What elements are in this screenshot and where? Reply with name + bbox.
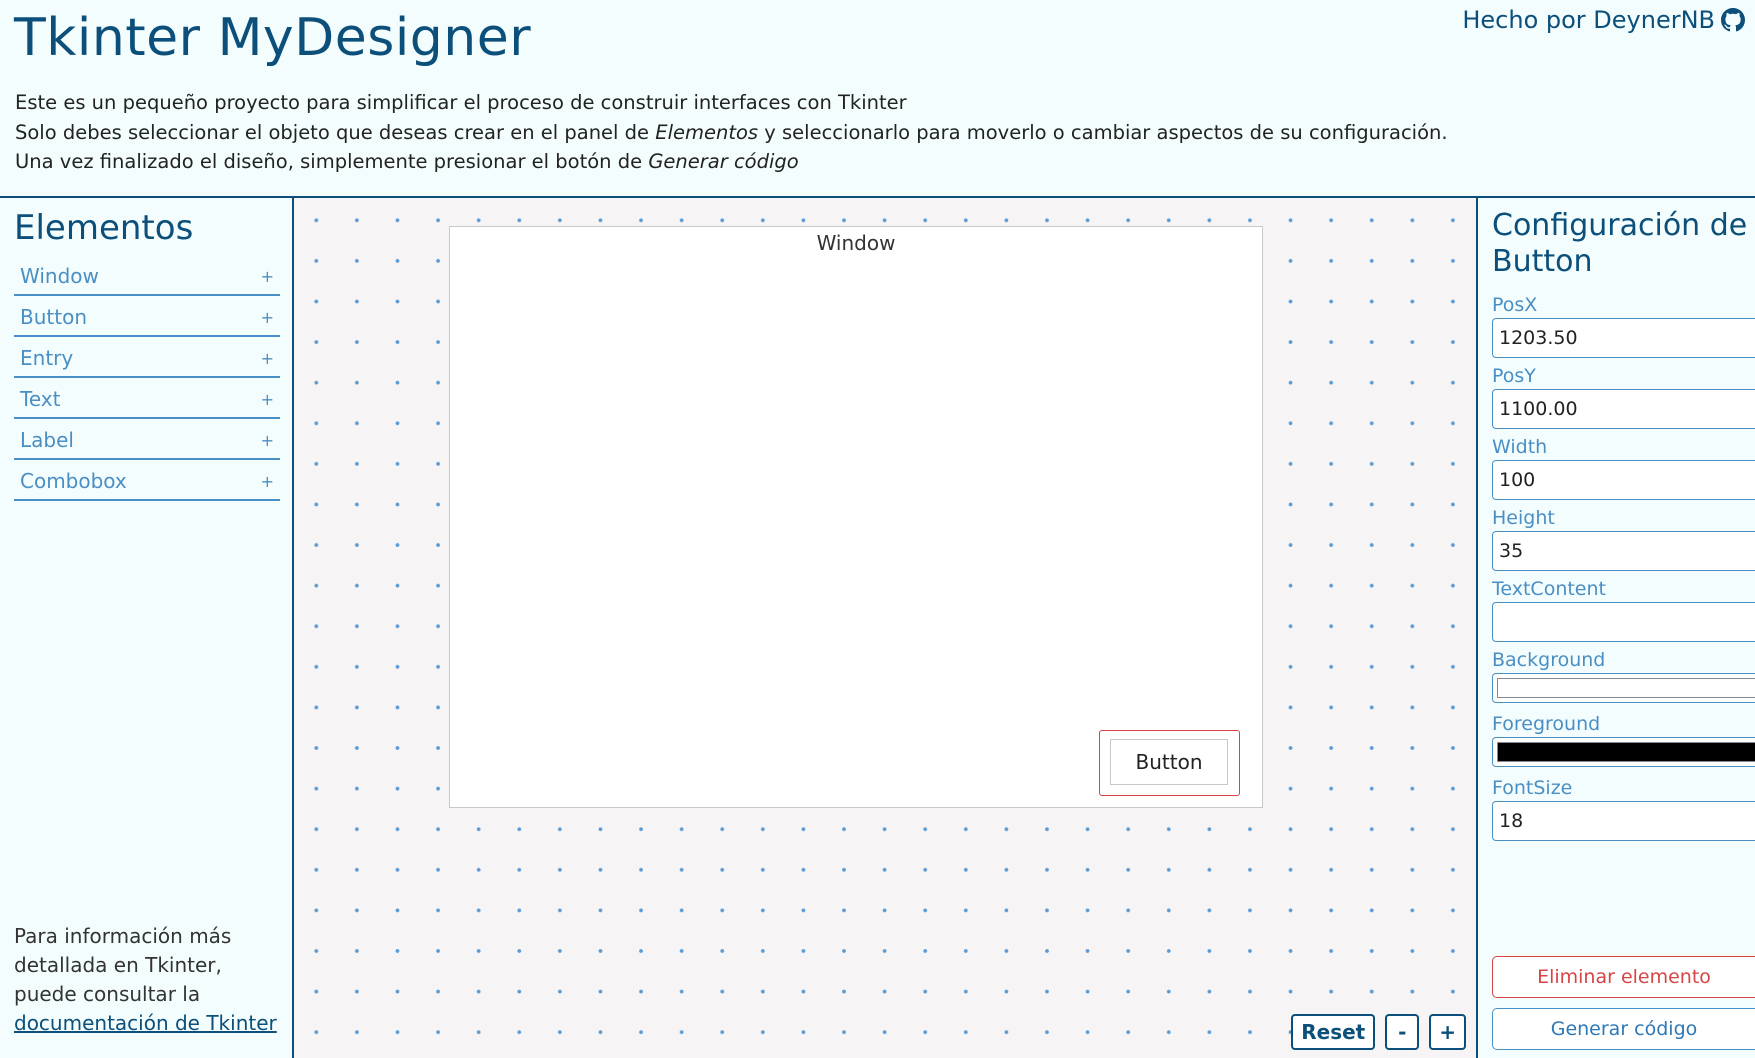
element-item-label: Window [20,264,99,288]
element-item-label: Label [20,428,74,452]
app-title: Tkinter MyDesigner [14,8,532,68]
element-item-combobox[interactable]: Combobox + [14,463,280,501]
window-preview[interactable]: Window Button [449,226,1263,808]
element-item-label: Text [20,387,61,411]
author-text[interactable]: Hecho por DeynerNB [1462,6,1715,34]
description-line-3-emphasis: Generar código [648,150,799,173]
background-swatch [1497,678,1755,698]
element-item-label[interactable]: Label + [14,422,280,460]
info-text: Para información más detallada en Tkinte… [14,922,284,1038]
description-line-1: Este es un pequeño proyecto para simplif… [15,91,907,114]
posy-input[interactable] [1492,389,1755,429]
element-item-text[interactable]: Text + [14,381,280,419]
design-canvas[interactable]: Window Button Reset - + [294,196,1476,1058]
plus-icon: + [260,307,274,327]
zoom-in-button[interactable]: + [1429,1014,1466,1050]
posy-label: PosY [1492,365,1536,387]
info-text-body: Para información más detallada en Tkinte… [14,924,232,1006]
description-line-3-start: Una vez finalizado el diseño, simplement… [15,150,649,173]
text-content-label: TextContent [1492,578,1606,600]
description-line-2-start: Solo debes seleccionar el objeto que des… [15,120,656,144]
canvas-controls: Reset - + [1291,1014,1466,1050]
foreground-label: Foreground [1492,713,1601,735]
description-line-3: Una vez finalizado el diseño, simplement… [15,147,1448,177]
author-credit[interactable]: Hecho por DeynerNB [1462,6,1745,34]
element-item-label: Combobox [20,469,127,493]
plus-icon: + [260,389,274,409]
plus-icon: + [260,348,274,368]
github-icon[interactable] [1721,8,1745,32]
description: Este es un pequeño proyecto para simplif… [15,88,1448,177]
element-item-button[interactable]: Button + [14,299,280,337]
zoom-out-button[interactable]: - [1385,1014,1420,1050]
elements-panel-title: Elementos [14,208,194,248]
elements-panel: Elementos Window + Button + Entry + Text + L… [0,196,294,1058]
font-size-label: FontSize [1492,777,1573,799]
window-label: Window [816,231,896,255]
button-widget-preview[interactable]: Button [1110,739,1228,785]
header: Tkinter MyDesigner Hecho por DeynerNB Es… [0,0,1755,196]
description-line-2-emphasis: Elementos [655,120,759,144]
description-line-2-end: y seleccionarlo para moverlo o cambiar a… [758,120,1448,144]
element-item-window[interactable]: Window + [14,258,280,296]
posx-label: PosX [1492,294,1538,316]
foreground-swatch [1497,742,1755,762]
plus-icon: + [260,266,274,286]
plus-icon: + [260,471,274,491]
generate-code-button[interactable]: Generar código [1492,1008,1755,1050]
description-line-2: Solo debes seleccionar el objeto que des… [15,118,1448,148]
width-label: Width [1492,436,1548,458]
background-color-picker[interactable] [1492,673,1755,703]
elements-list: Window + Button + Entry + Text + Label + Comb… [14,258,280,504]
reset-button[interactable]: Reset [1291,1014,1376,1050]
height-input[interactable] [1492,531,1755,571]
element-item-label: Entry [20,346,74,370]
delete-element-button[interactable]: Eliminar elemento [1492,956,1755,998]
config-panel: Configuración de Button PosX PosY Width … [1476,196,1755,1058]
font-size-input[interactable] [1492,801,1755,841]
width-input[interactable] [1492,460,1755,500]
plus-icon: + [260,430,274,450]
tkinter-docs-link[interactable]: documentación de Tkinter [14,1011,277,1035]
height-label: Height [1492,507,1555,529]
element-item-entry[interactable]: Entry + [14,340,280,378]
posx-input[interactable] [1492,318,1755,358]
foreground-color-picker[interactable] [1492,737,1755,767]
background-label: Background [1492,649,1606,671]
selected-element-outline[interactable]: Button [1099,730,1240,796]
element-item-label: Button [20,305,87,329]
config-panel-title: Configuración de Button [1492,208,1748,279]
text-content-input[interactable] [1492,602,1755,642]
config-fields: PosX PosY Width Height TextContent Backg… [1492,292,1755,846]
